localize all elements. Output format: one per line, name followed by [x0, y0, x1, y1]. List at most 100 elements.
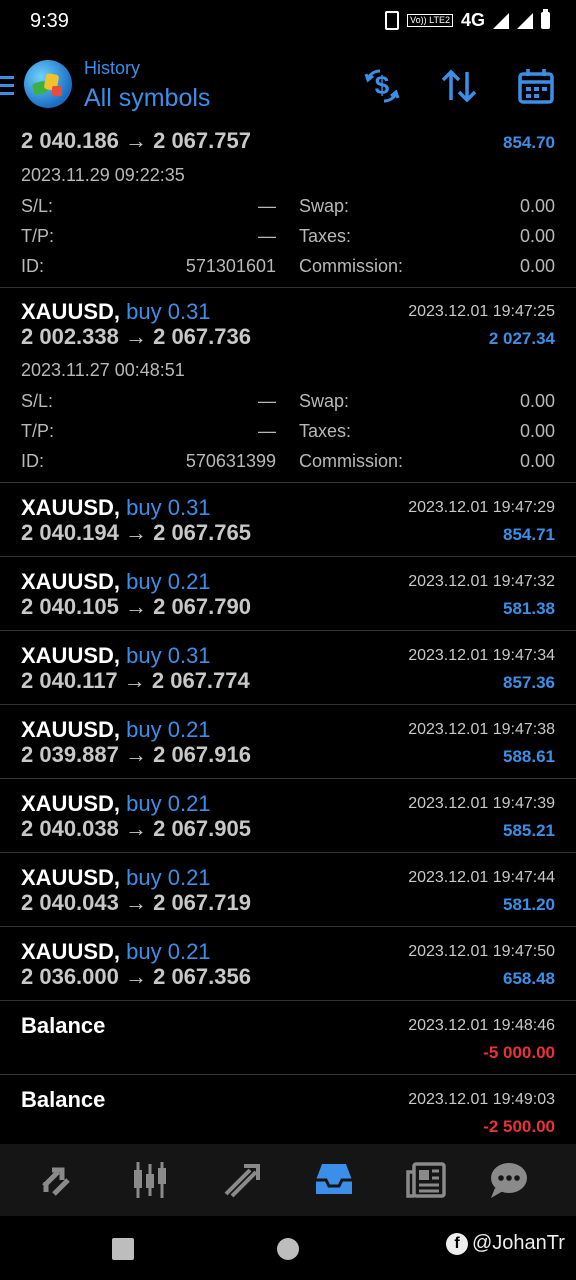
history-list[interactable]: 2 040.186 → 2 067.757 854.70 2023.11.29 … — [0, 128, 576, 1144]
deal-prices: 2 040.194 → 2 067.765 — [21, 520, 251, 545]
deal-open-time: 2023.11.29 09:22:35 — [21, 165, 185, 185]
id-value: 570631399 — [185, 451, 276, 471]
deal-prices: 2 040.043 → 2 067.719 — [21, 890, 251, 915]
deal-row[interactable]: XAUUSD, buy 0.31 2 040.194 → 2 067.765 2… — [0, 483, 576, 557]
swap-value: 0.00 — [519, 196, 555, 216]
deal-prices: 2 040.117 → 2 067.774 — [21, 668, 250, 693]
history-icon[interactable] — [308, 1156, 360, 1204]
deal-row-expanded-partial[interactable]: 2 040.186 → 2 067.757 854.70 2023.11.29 … — [0, 128, 576, 288]
app-header: History All symbols $ — [0, 44, 576, 128]
balance-time: 2023.12.01 19:49:03 — [408, 1091, 555, 1108]
deal-side: buy 0.21 — [126, 865, 211, 890]
deal-profit: 854.71 — [503, 525, 555, 544]
facebook-icon: f — [446, 1232, 468, 1255]
deal-profit: 588.61 — [503, 747, 555, 766]
balance-label: Balance — [21, 1087, 106, 1112]
system-navigation: f @JohanTr — [0, 1216, 576, 1280]
deal-symbol: XAUUSD, buy 0.21 — [21, 939, 211, 965]
deal-symbol-name: XAUUSD, — [21, 717, 121, 742]
calendar-icon[interactable] — [514, 64, 558, 108]
deal-row[interactable]: XAUUSD, buy 0.21 2 039.887 → 2 067.916 2… — [0, 705, 576, 779]
deal-row[interactable]: XAUUSD, buy 0.31 2 040.117 → 2 067.774 2… — [0, 631, 576, 705]
home-button[interactable] — [277, 1238, 299, 1260]
deal-symbol-name: XAUUSD, — [21, 939, 121, 964]
commission-label: Commission: — [299, 256, 404, 276]
signal-icon — [493, 12, 509, 29]
deal-time: 2023.12.01 19:47:50 — [408, 943, 555, 960]
sort-icon[interactable] — [437, 64, 481, 108]
deal-time: 2023.12.01 19:47:39 — [408, 795, 555, 812]
id-label: ID: — [21, 451, 45, 471]
deal-row[interactable]: XAUUSD, buy 0.21 2 040.105 → 2 067.790 2… — [0, 557, 576, 631]
chat-icon[interactable] — [483, 1156, 535, 1204]
deal-side: buy 0.21 — [126, 939, 211, 964]
deal-close-time: 2023.12.01 19:47:25 — [408, 303, 555, 320]
commission-value: 0.00 — [519, 451, 555, 471]
deal-symbol-name: XAUUSD, — [21, 865, 121, 890]
app-logo[interactable] — [24, 60, 72, 108]
taxes-label: Taxes: — [299, 421, 352, 441]
status-time: 9:39 — [30, 10, 69, 32]
deal-time: 2023.12.01 19:47:32 — [408, 573, 555, 590]
recent-apps-button[interactable] — [112, 1238, 134, 1260]
deal-symbol-name: XAUUSD, — [21, 791, 121, 816]
tp-value: — — [258, 421, 276, 441]
deal-symbol-name: XAUUSD, — [21, 643, 121, 668]
sl-label: S/L: — [21, 391, 54, 411]
deal-profit: 854.70 — [503, 133, 555, 152]
balance-label: Balance — [21, 1013, 106, 1038]
deal-symbol: XAUUSD, buy 0.31 — [21, 643, 211, 669]
bottom-navigation — [0, 1144, 576, 1216]
watermark-text: @JohanTr — [472, 1232, 565, 1254]
status-icons: Vo)) LTE2 4G — [385, 9, 550, 31]
chart-icon[interactable] — [124, 1156, 176, 1204]
deal-row[interactable]: XAUUSD, buy 0.21 2 036.000 → 2 067.356 2… — [0, 927, 576, 1001]
currency-exchange-icon[interactable]: $ — [360, 64, 404, 108]
taxes-value: 0.00 — [519, 226, 555, 246]
deal-symbol: XAUUSD, buy 0.21 — [21, 717, 211, 743]
header-subtitle: History — [84, 58, 141, 78]
taxes-label: Taxes: — [299, 226, 352, 246]
deal-symbol: XAUUSD, buy 0.21 — [21, 569, 211, 595]
news-icon[interactable] — [400, 1156, 452, 1204]
balance-amount: -5 000.00 — [483, 1043, 555, 1062]
deal-row[interactable]: XAUUSD, buy 0.21 2 040.038 → 2 067.905 2… — [0, 779, 576, 853]
balance-amount: -2 500.00 — [483, 1117, 555, 1136]
deal-side: buy 0.21 — [126, 791, 211, 816]
sl-label: S/L: — [21, 196, 54, 216]
deal-row[interactable]: XAUUSD, buy 0.21 2 040.043 → 2 067.719 2… — [0, 853, 576, 927]
balance-row[interactable]: Balance 2023.12.01 19:49:03 -2 500.00 — [0, 1075, 576, 1144]
network-type: 4G — [460, 10, 485, 30]
volte-icon: Vo)) LTE2 — [407, 14, 453, 27]
tp-label: T/P: — [21, 421, 55, 441]
deal-profit: 585.21 — [503, 821, 555, 840]
symbol-filter-title[interactable]: All symbols — [84, 84, 210, 113]
deal-side: buy 0.21 — [126, 569, 211, 594]
vibrate-icon — [385, 11, 400, 30]
deal-profit: 581.38 — [503, 599, 555, 618]
tp-label: T/P: — [21, 226, 55, 246]
deal-prices: 2 040.038 → 2 067.905 — [21, 816, 251, 841]
deal-prices: 2 040.186 → 2 067.757 — [21, 128, 251, 153]
id-value: 571301601 — [185, 256, 276, 276]
deal-profit: 658.48 — [503, 969, 555, 988]
trade-icon[interactable] — [216, 1156, 268, 1204]
deal-symbol: XAUUSD, buy 0.31 — [21, 299, 211, 325]
tp-value: — — [258, 226, 276, 246]
svg-text:$: $ — [375, 70, 390, 100]
swap-label: Swap: — [299, 391, 350, 411]
watermark: f @JohanTr — [446, 1232, 565, 1255]
deal-row-expanded[interactable]: XAUUSD, buy 0.31 2 002.338 → 2 067.736 2… — [0, 288, 576, 483]
deal-prices: 2 039.887 → 2 067.916 — [21, 742, 251, 767]
deal-side: buy 0.31 — [126, 643, 211, 668]
commission-value: 0.00 — [519, 256, 555, 276]
deal-side: buy 0.31 — [126, 299, 211, 324]
balance-row[interactable]: Balance 2023.12.01 19:48:46 -5 000.00 — [0, 1001, 576, 1075]
status-bar: 9:39 Vo)) LTE2 4G — [0, 0, 576, 44]
deal-prices: 2 040.105 → 2 067.790 — [21, 594, 251, 619]
deal-prices: 2 036.000 → 2 067.356 — [21, 964, 251, 989]
deal-symbol-name: XAUUSD, — [21, 495, 121, 520]
quotes-icon[interactable] — [32, 1156, 84, 1204]
menu-icon[interactable] — [0, 76, 14, 96]
deal-time: 2023.12.01 19:47:34 — [408, 647, 555, 664]
